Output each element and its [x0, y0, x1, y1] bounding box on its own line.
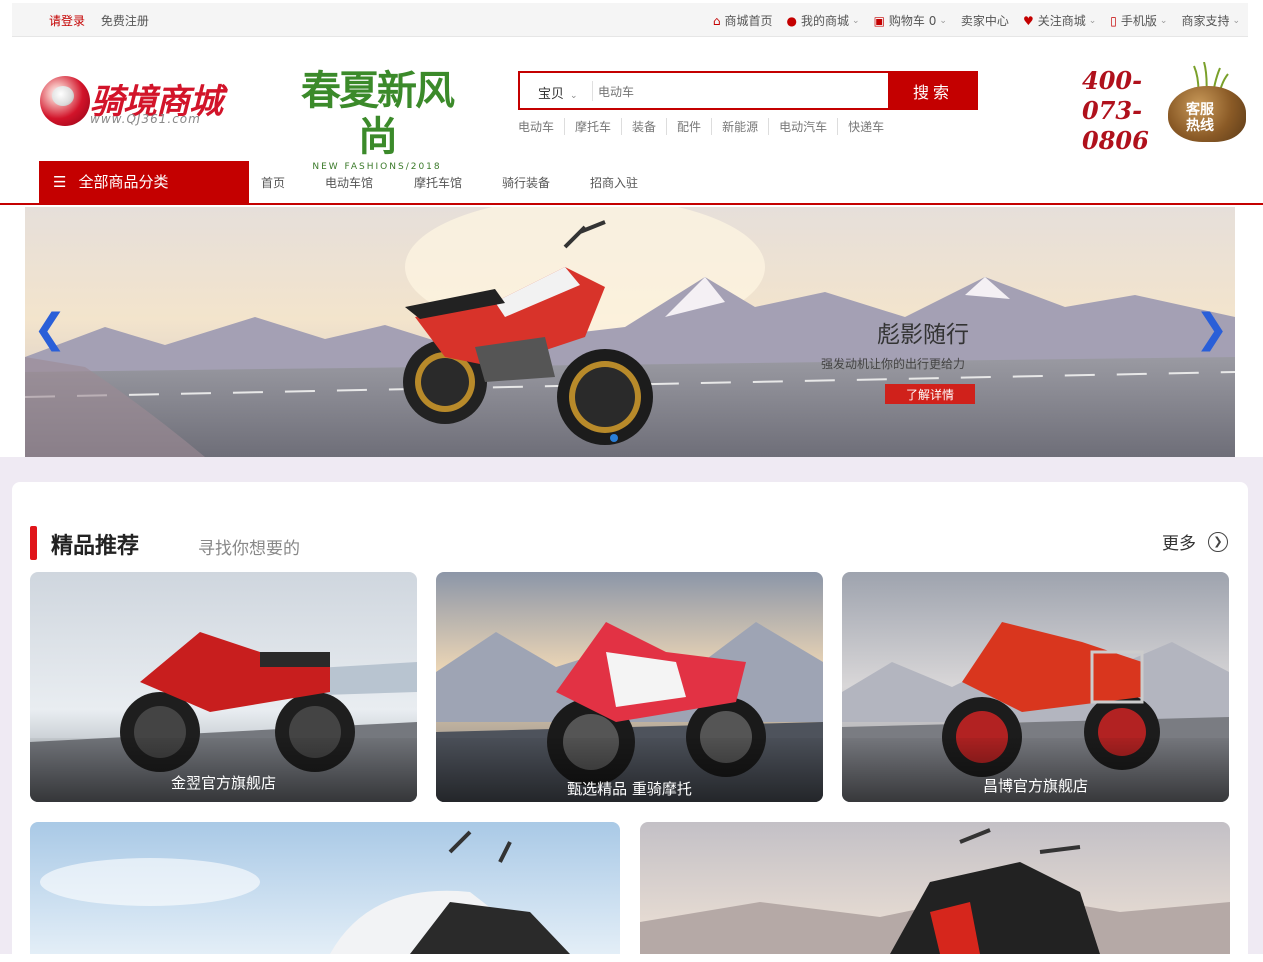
- search-bar: 宝贝 ⌄ 搜索: [518, 71, 978, 110]
- hotline-number: 400-073-0806: [1082, 66, 1149, 155]
- tile-label: 昌博官方旗舰店: [982, 777, 1088, 795]
- topbar-item-support[interactable]: 商家支持 ⌄: [1181, 12, 1240, 29]
- more-label: 更多: [1162, 534, 1196, 554]
- tile-image: [640, 822, 1230, 954]
- slogan-title: 春夏新风尚: [301, 67, 455, 160]
- cart-icon: ▣: [873, 13, 885, 28]
- customer-hotline: 400-073-0806 客服热线: [1080, 62, 1250, 155]
- top-bar: 请登录 免费注册 ⌂ 商城首页 ● 我的商城 ⌄ ▣ 购物车 0 ⌄ 卖家中心 …: [12, 3, 1248, 37]
- section-title: 精品推荐: [51, 534, 140, 559]
- hot-keyword[interactable]: 新能源: [711, 118, 768, 135]
- topbar-item-my-mall[interactable]: ● 我的商城 ⌄: [787, 12, 860, 29]
- hotline-label: 客服热线: [1186, 102, 1214, 134]
- menu-icon: ☰: [53, 173, 67, 191]
- logo-ball-icon: [40, 76, 90, 126]
- nav-link-gear[interactable]: 骑行装备: [502, 174, 590, 191]
- chevron-right-icon[interactable]: ❯: [1195, 309, 1229, 355]
- chevron-down-icon: ⌄: [1159, 15, 1168, 26]
- topbar-item-label: 商家支持: [1181, 14, 1230, 28]
- topbar-item-label: 我的商城: [801, 14, 850, 28]
- chevron-down-icon: ⌄: [570, 91, 578, 101]
- heart-icon: ♥: [1022, 13, 1034, 28]
- carousel-dot[interactable]: [610, 434, 618, 442]
- chevron-down-icon: ⌄: [939, 15, 947, 26]
- recommend-tile[interactable]: 昌博官方旗舰店: [842, 572, 1229, 802]
- hero-banner[interactable]: 彪影随行 强发动机让你的出行更给力 了解详情 ❮ ❯: [25, 207, 1235, 457]
- main-nav: ☰ 全部商品分类 首页 电动车馆 摩托车馆 骑行装备 招商入驻: [0, 161, 1263, 205]
- chevron-left-icon[interactable]: ❮: [33, 309, 67, 355]
- topbar-item-label: 卖家中心: [960, 14, 1009, 28]
- topbar-item-label: 关注商城: [1037, 14, 1086, 28]
- search-category-select[interactable]: 宝贝 ⌄: [538, 83, 578, 102]
- section-subtitle: 寻找你想要的: [198, 539, 300, 559]
- topbar-item-label: 商城首页: [724, 14, 773, 28]
- topbar-item-label: 手机版: [1120, 14, 1157, 28]
- topbar-item-cart[interactable]: ▣ 购物车 0 ⌄: [874, 12, 947, 29]
- chevron-down-icon: ⌄: [1088, 15, 1097, 26]
- recommend-tile[interactable]: 金翌官方旗舰店: [30, 572, 417, 802]
- nav-link-motorcycle[interactable]: 摩托车馆: [414, 174, 502, 191]
- topbar-item-home[interactable]: ⌂ 商城首页: [713, 12, 773, 29]
- login-link[interactable]: 请登录: [49, 14, 85, 28]
- topbar-item-follow[interactable]: ♥ 关注商城 ⌄: [1023, 12, 1096, 29]
- hot-keyword[interactable]: 摩托车: [564, 118, 621, 135]
- slogan-banner[interactable]: 春夏新风尚 NEW FASHIONS/2018: [292, 68, 462, 173]
- search-category-label: 宝贝: [538, 87, 565, 102]
- nav-link-ebike[interactable]: 电动车馆: [325, 174, 414, 191]
- recommend-tile[interactable]: [640, 822, 1230, 954]
- tile-label: 甄选精品 重骑摩托: [567, 780, 692, 798]
- banner-details-button[interactable]: 了解详情: [885, 384, 975, 404]
- site-logo[interactable]: 骑境商城 www.QJ361.com: [38, 70, 253, 132]
- search-box: 宝贝 ⌄: [518, 71, 890, 110]
- hot-keyword[interactable]: 电动车: [518, 118, 564, 135]
- chevron-down-icon: ⌄: [852, 15, 860, 26]
- user-icon: ●: [786, 13, 798, 28]
- carousel-indicators: [607, 434, 621, 442]
- hot-keyword[interactable]: 装备: [621, 118, 666, 135]
- topbar-item-seller-center[interactable]: 卖家中心: [961, 12, 1009, 29]
- topbar-item-mobile[interactable]: ▯ 手机版 ⌄: [1110, 12, 1167, 29]
- phone-icon: ▯: [1110, 13, 1117, 28]
- tile-label: 金翌官方旗舰店: [170, 774, 276, 792]
- banner-image: [25, 207, 1235, 457]
- all-categories-button[interactable]: ☰ 全部商品分类: [39, 161, 249, 203]
- register-link[interactable]: 免费注册: [101, 14, 149, 28]
- more-link[interactable]: 更多 ❯: [1162, 529, 1228, 554]
- banner-title: 彪影随行: [877, 322, 969, 348]
- topbar-item-label: 购物车 0: [888, 14, 937, 28]
- hot-keyword[interactable]: 配件: [666, 118, 711, 135]
- hot-keyword[interactable]: 快递车: [837, 118, 894, 135]
- search-button[interactable]: 搜索: [888, 71, 978, 110]
- recommend-tile[interactable]: 甄选精品 重骑摩托: [436, 572, 823, 802]
- nav-link-join[interactable]: 招商入驻: [590, 174, 638, 191]
- divider: [592, 81, 593, 101]
- recommend-tile[interactable]: [30, 822, 620, 954]
- section-title-bar: [30, 526, 37, 560]
- tile-image: [30, 822, 620, 954]
- home-icon: ⌂: [712, 13, 721, 28]
- banner-subtitle: 强发动机让你的出行更给力: [821, 357, 966, 371]
- nav-link-home[interactable]: 首页: [261, 174, 325, 191]
- hot-keywords: 电动车 摩托车 装备 配件 新能源 电动汽车 快递车: [518, 118, 894, 135]
- chevron-right-circle-icon: ❯: [1208, 531, 1228, 552]
- chevron-down-icon: ⌄: [1232, 15, 1240, 26]
- search-input[interactable]: [596, 79, 880, 105]
- all-categories-label: 全部商品分类: [78, 173, 169, 191]
- logo-url: www.QJ361.com: [90, 112, 201, 126]
- hot-keyword[interactable]: 电动汽车: [768, 118, 837, 135]
